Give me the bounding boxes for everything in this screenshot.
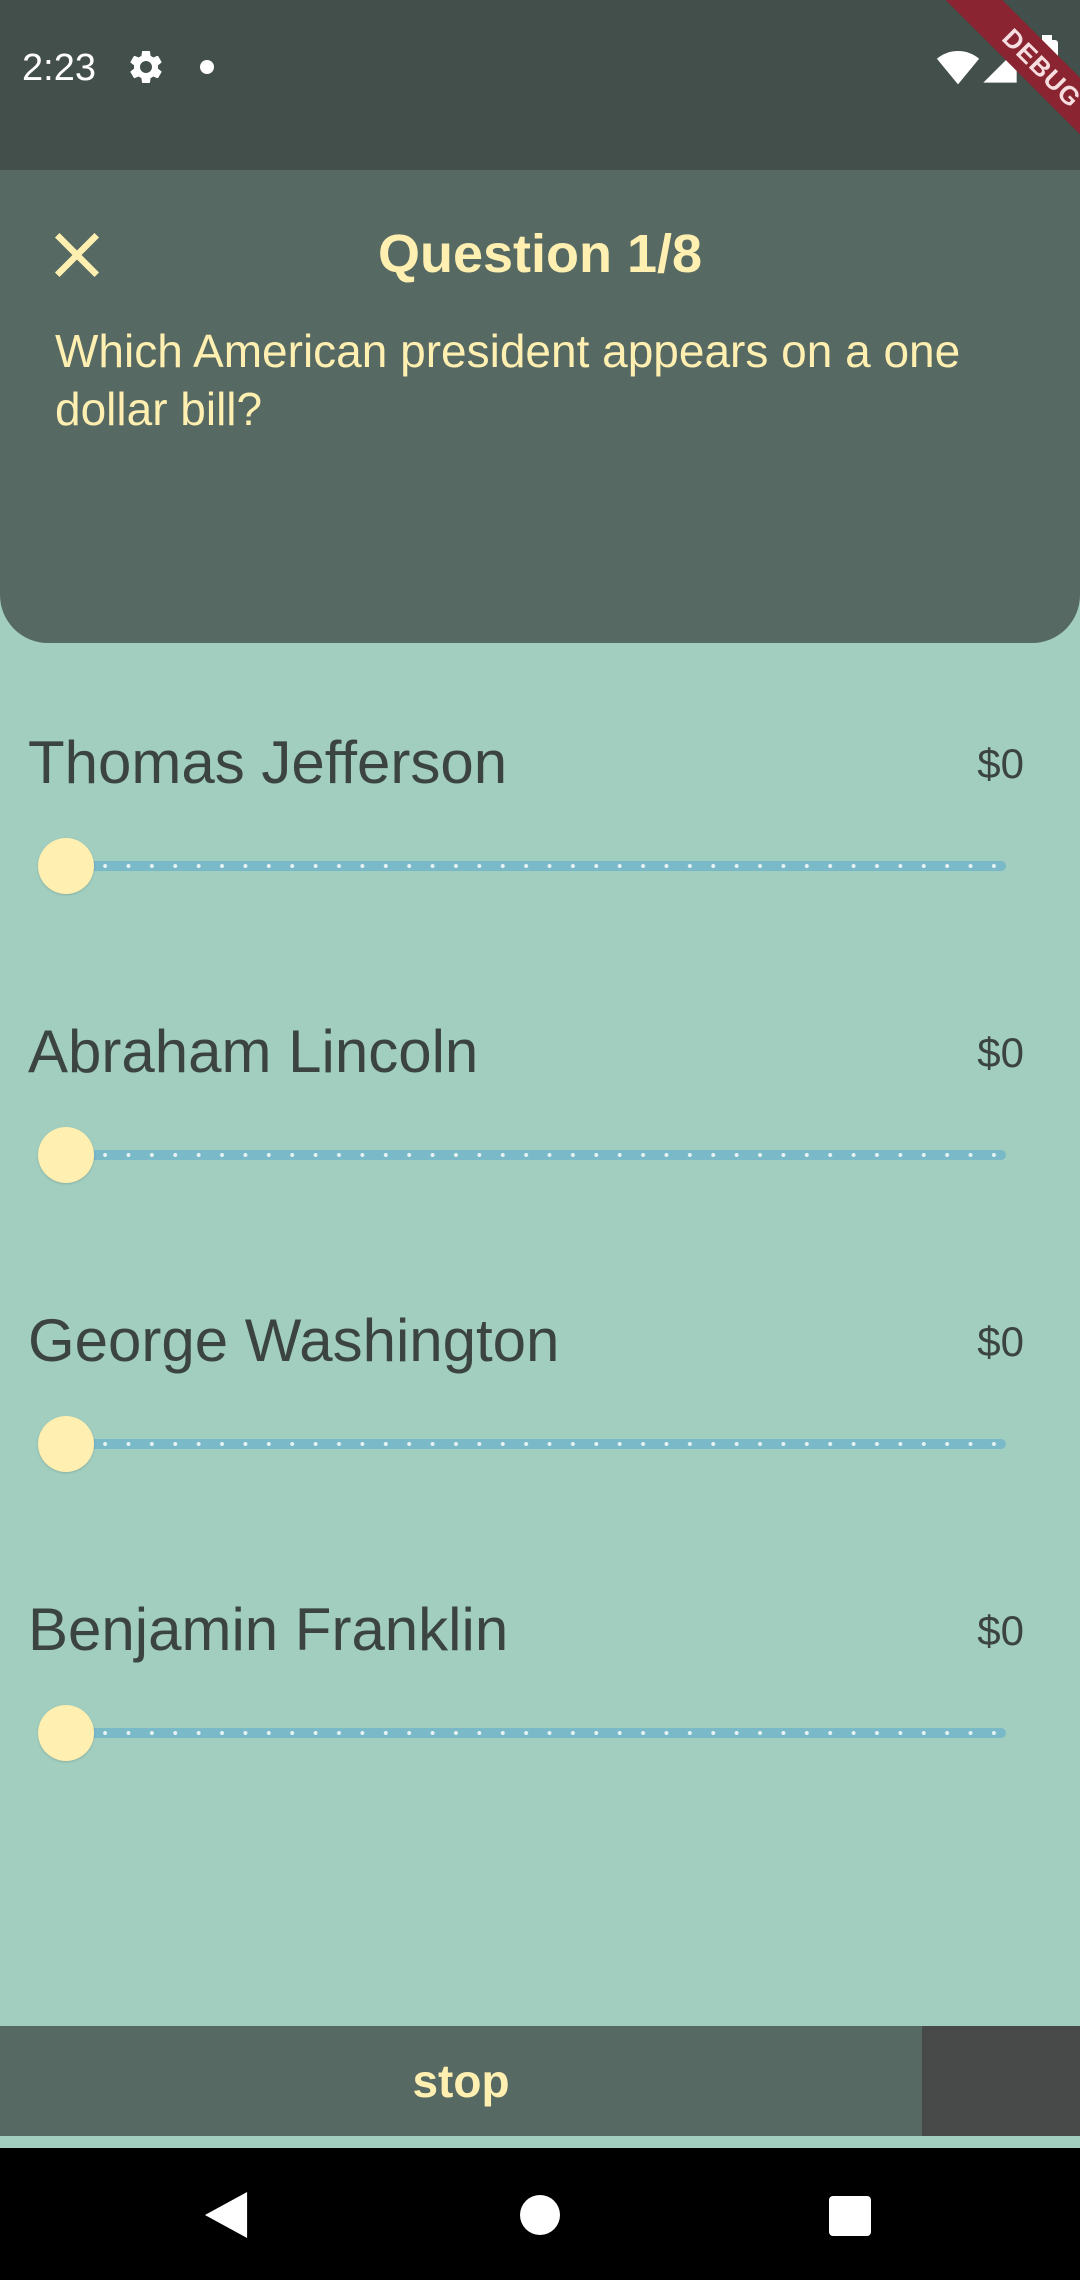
bet-slider[interactable] <box>38 1127 1016 1183</box>
home-icon[interactable] <box>520 2195 560 2235</box>
answer-row: Thomas Jefferson $0 <box>0 700 1080 989</box>
question-card: Question 1/8 Which American president ap… <box>0 170 1080 643</box>
stop-bar-side-panel <box>922 2026 1080 2136</box>
status-time: 2:23 <box>22 47 96 89</box>
slider-thumb[interactable] <box>38 838 94 894</box>
bet-slider[interactable] <box>38 838 1016 894</box>
answer-amount: $0 <box>977 1029 1024 1076</box>
debug-label: DEBUG <box>943 0 1080 160</box>
slider-thumb[interactable] <box>38 1705 94 1761</box>
answer-label: Benjamin Franklin <box>28 1596 509 1663</box>
answer-row: Benjamin Franklin $0 <box>0 1567 1080 1856</box>
gear-icon <box>130 50 162 83</box>
answer-label: Thomas Jefferson <box>28 729 508 796</box>
answer-list: Thomas Jefferson $0 Abraham Lincoln $0 G… <box>0 700 1080 1856</box>
slider-ticks <box>70 1731 1006 1735</box>
slider-ticks <box>70 1442 1006 1446</box>
status-bar: 2:23 DEBUG <box>0 0 1080 170</box>
answer-amount: $0 <box>977 740 1024 787</box>
question-title: Question 1/8 <box>377 224 703 284</box>
answer-label: George Washington <box>28 1307 560 1374</box>
bet-slider[interactable] <box>38 1705 1016 1761</box>
slider-ticks <box>70 1153 1006 1157</box>
answer-row: Abraham Lincoln $0 <box>0 989 1080 1278</box>
recents-icon[interactable] <box>829 2196 871 2236</box>
debug-banner: DEBUG <box>920 0 1080 160</box>
bet-slider[interactable] <box>38 1416 1016 1472</box>
answer-row: George Washington $0 <box>0 1278 1080 1567</box>
question-text: Which American president appears on a on… <box>55 325 961 435</box>
navigation-bar <box>0 2148 1080 2280</box>
stop-button[interactable]: stop <box>0 2026 922 2136</box>
answer-amount: $0 <box>977 1607 1024 1654</box>
notification-dot-icon <box>200 60 214 74</box>
slider-thumb[interactable] <box>38 1127 94 1183</box>
slider-thumb[interactable] <box>38 1416 94 1472</box>
answer-amount: $0 <box>977 1318 1024 1365</box>
answer-label: Abraham Lincoln <box>28 1018 479 1085</box>
back-icon[interactable] <box>204 2192 248 2238</box>
slider-ticks <box>70 864 1006 868</box>
